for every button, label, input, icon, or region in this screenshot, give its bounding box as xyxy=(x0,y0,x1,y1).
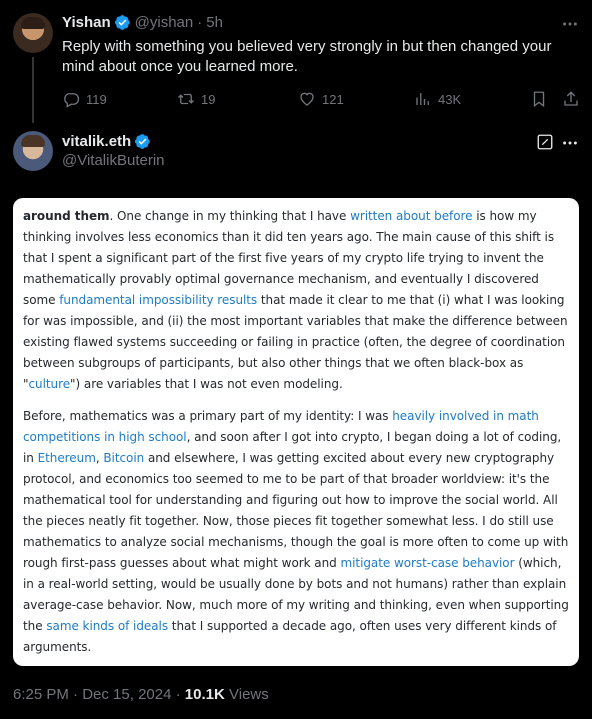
avatar-vitalik[interactable] xyxy=(13,131,53,171)
text-segment: Before, mathematics was a primary part o… xyxy=(23,409,393,423)
like-icon xyxy=(300,92,314,106)
text-segment: . One change in my thinking that I have xyxy=(109,209,351,223)
reply-header: Yishan @yishan · 5h xyxy=(62,14,223,31)
tweet-date[interactable]: Dec 15, 2024 xyxy=(82,686,171,703)
main-author-name[interactable]: vitalik.eth xyxy=(62,133,131,150)
views-count: 43K xyxy=(438,91,462,107)
verified-badge-icon xyxy=(134,133,151,150)
views-icon xyxy=(416,93,429,105)
views-button[interactable]: 43K xyxy=(414,90,461,108)
tweet-time[interactable]: 6:25 PM xyxy=(13,686,69,703)
avatar-hair xyxy=(21,17,45,29)
reply-button[interactable]: 119 xyxy=(62,90,107,108)
more-icon[interactable] xyxy=(560,14,580,34)
separator-dot: · xyxy=(197,14,203,31)
bookmark-icon xyxy=(533,91,545,108)
reply-action-bar: 119 19 121 43K xyxy=(62,90,582,110)
share-button[interactable] xyxy=(562,90,580,108)
inline-link[interactable]: culture xyxy=(28,377,70,391)
tweet-meta: 6:25 PM · Dec 15, 2024 · 10.1K Views xyxy=(13,686,269,703)
text-segment: ") are variables that I was not even mod… xyxy=(70,377,343,391)
inline-link[interactable]: Ethereum xyxy=(38,451,96,465)
card-paragraph-1: around them. One change in my thinking t… xyxy=(23,206,569,395)
reply-handle[interactable]: @yishan xyxy=(135,14,194,31)
meta-separator: · xyxy=(73,686,79,703)
edit-icon[interactable] xyxy=(536,133,554,151)
reply-count: 119 xyxy=(86,91,107,107)
reply-time[interactable]: 5h xyxy=(206,14,223,31)
repost-button[interactable]: 19 xyxy=(177,90,215,108)
attached-text-image[interactable]: around them. One change in my thinking t… xyxy=(13,198,579,666)
inline-link[interactable]: fundamental impossibility results xyxy=(59,293,257,307)
like-button[interactable]: 121 xyxy=(298,90,344,108)
repost-count: 19 xyxy=(201,91,216,107)
verified-badge-icon xyxy=(114,14,131,31)
share-icon xyxy=(564,91,578,106)
tweet-views-count: 10.1K xyxy=(184,686,225,703)
repost-icon xyxy=(178,93,194,105)
inline-link[interactable]: same kinds of ideals xyxy=(46,619,168,633)
inline-link[interactable]: mitigate worst-case behavior xyxy=(340,556,514,570)
bookmark-button[interactable] xyxy=(530,90,548,108)
meta-separator: · xyxy=(175,686,181,703)
tweet-views-label: Views xyxy=(229,686,269,703)
reply-text: Reply with something you believed very s… xyxy=(62,38,552,75)
reply-author-name[interactable]: Yishan xyxy=(62,14,111,31)
card-paragraph-2: Before, mathematics was a primary part o… xyxy=(23,406,569,658)
thread-line xyxy=(32,57,34,123)
main-header: vitalik.eth xyxy=(62,133,151,150)
text-segment: and elsewhere, I was getting excited abo… xyxy=(23,451,569,570)
bold-text: around them xyxy=(23,209,110,223)
more-icon[interactable] xyxy=(560,133,580,153)
avatar-yishan[interactable] xyxy=(13,13,53,53)
inline-link[interactable]: written about before xyxy=(350,209,472,223)
inline-link[interactable]: Bitcoin xyxy=(103,451,144,465)
like-count: 121 xyxy=(322,91,344,107)
main-author-handle[interactable]: @VitalikButerin xyxy=(62,152,165,169)
reply-icon xyxy=(64,93,80,108)
avatar-hair xyxy=(21,135,45,147)
